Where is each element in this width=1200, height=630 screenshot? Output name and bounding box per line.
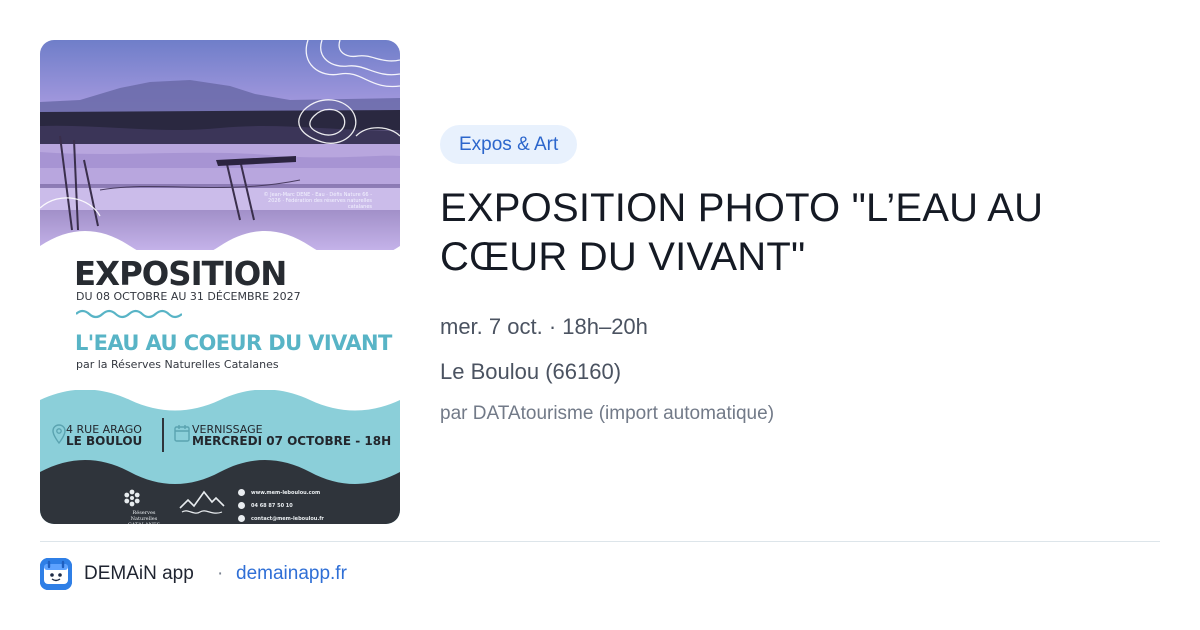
wave-ornament	[76, 309, 182, 319]
footer-separator: ·	[217, 563, 224, 584]
reserves-naturelles-logo-text: Réserves Naturelles CATALANES	[128, 510, 160, 524]
event-poster-image[interactable]: © Jean-Marc DENE - Eau · Défis Nature 66…	[40, 40, 400, 524]
category-badge[interactable]: Expos & Art	[440, 125, 578, 164]
calendar-icon	[174, 425, 190, 442]
app-name: DEMAiN app	[84, 563, 194, 584]
phone-icon	[238, 502, 245, 509]
event-source: par DATAtourisme (import automatique)	[440, 403, 775, 424]
poster-photo	[40, 40, 400, 250]
event-title: EXPOSITION PHOTO "L’EAU AU CŒUR DU VIVAN…	[440, 186, 1044, 279]
poster-info-divider	[162, 418, 164, 452]
app-logo-icon	[40, 558, 72, 590]
event-location: Le Boulou (66160)	[440, 359, 622, 384]
poster-address-city: LE BOULOU	[66, 434, 143, 448]
demain-app-icon[interactable]	[40, 558, 72, 590]
contact-website: www.mem-leboulou.com	[238, 486, 348, 499]
poster-byline: par la Réserves Naturelles Catalanes	[76, 358, 279, 371]
mail-icon	[238, 515, 245, 522]
footer-divider	[40, 541, 1160, 542]
location-pin-icon	[52, 424, 66, 444]
contact-email: contact@mem-leboulou.fr	[238, 512, 348, 524]
poster-subtitle: L'EAU AU COEUR DU VIVANT	[75, 331, 392, 355]
app-website-link[interactable]: demainapp.fr	[236, 563, 347, 585]
photo-credit: © Jean-Marc DENE - Eau · Défis Nature 66…	[263, 192, 372, 210]
globe-icon	[238, 489, 245, 496]
contact-phone: 04 68 87 50 10	[238, 499, 348, 512]
poster-vernissage-date: MERCREDI 07 OCTOBRE - 18H	[192, 434, 392, 448]
event-datetime: mer. 7 oct. · 18h–20h	[440, 314, 648, 339]
mountain-logo-icon	[179, 490, 225, 514]
poster-dates: DU 08 OCTOBRE AU 31 DÉCEMBRE 2027	[76, 290, 301, 303]
poster-contacts: www.mem-leboulou.com 04 68 87 50 10 cont…	[238, 486, 348, 524]
poster-title: EXPOSITION	[74, 254, 287, 293]
